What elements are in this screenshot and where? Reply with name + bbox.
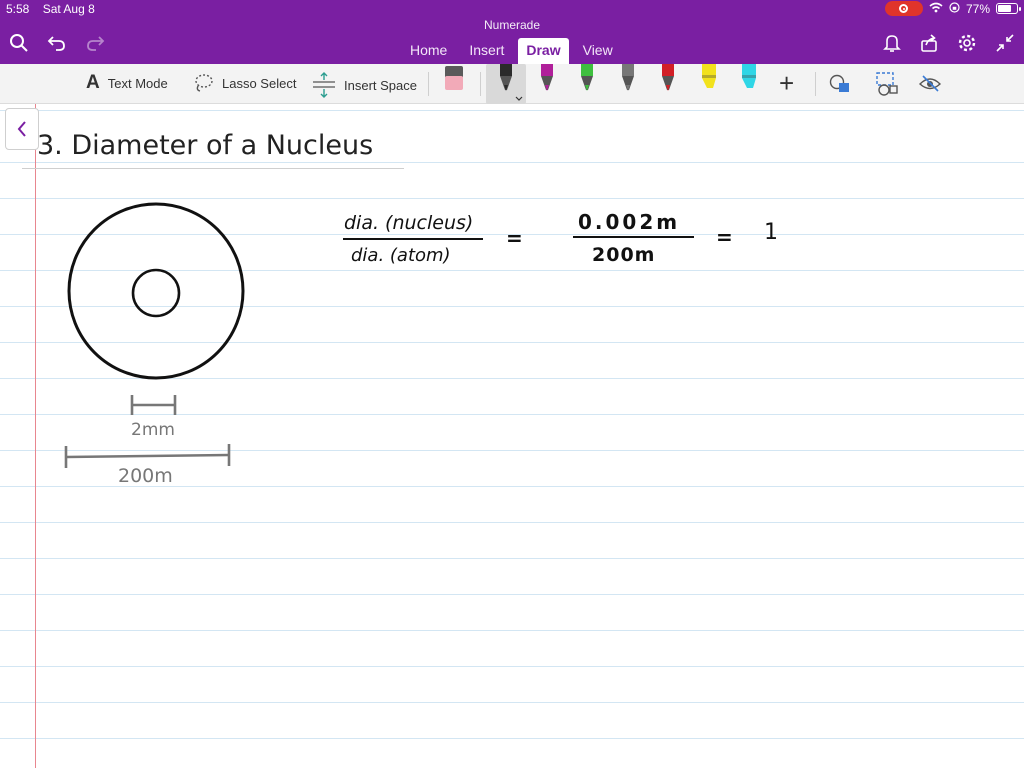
lock-rotation-icon (949, 1, 960, 16)
toolbar-divider (428, 72, 429, 96)
text-mode-icon: A (86, 72, 100, 93)
eye-pen-icon (918, 75, 942, 92)
ratio-fraction-bar (343, 238, 483, 240)
pen-green-icon (581, 64, 593, 91)
lasso-icon (192, 72, 214, 94)
highlighter-yellow-tool[interactable] (689, 64, 729, 104)
shapes-icon (829, 74, 849, 92)
eraser-tool[interactable] (434, 64, 474, 104)
status-date: Sat Aug 8 (42, 2, 95, 16)
text-mode-label: Text Mode (107, 75, 168, 91)
page-title[interactable]: 3. Diameter of a Nucleus (37, 130, 373, 161)
ratio-numerator: dia. (nucleus) (344, 212, 474, 234)
app-title: Numerade (483, 18, 541, 32)
nucleus-circle (131, 268, 181, 318)
share-icon[interactable] (918, 32, 940, 54)
eraser-icon (445, 66, 463, 90)
atom-drawing (67, 202, 245, 380)
insert-space-button[interactable]: Insert Space (312, 72, 417, 98)
app-header: 5:58 Sat Aug 8 77% Numerade Home Insert … (0, 0, 1024, 64)
back-button[interactable] (5, 108, 39, 150)
status-time: 5:58 (6, 2, 30, 16)
tab-home[interactable]: Home (402, 38, 455, 64)
add-pen-button[interactable]: + (779, 70, 794, 96)
plus-icon: + (779, 68, 795, 98)
atom-outer-circle (67, 202, 245, 380)
insert-space-icon (312, 72, 336, 98)
insert-space-label: Insert Space (344, 77, 417, 93)
lasso-select-button[interactable]: Lasso Select (192, 72, 296, 94)
notebook-page[interactable]: 3. Diameter of a Nucleus 2mm 200m dia. (… (0, 104, 1024, 768)
battery-percent: 77% (965, 1, 990, 16)
undo-icon[interactable] (46, 32, 68, 54)
value-fraction-bar (573, 236, 694, 238)
equals-sign-2: = (716, 225, 733, 249)
toolbar-divider (480, 72, 481, 96)
tab-view[interactable]: View (575, 38, 621, 64)
result-value: 1 (764, 220, 778, 245)
ratio-denominator: dia. (atom) (351, 245, 451, 266)
pen-magenta-icon (540, 64, 553, 91)
search-icon[interactable] (8, 32, 30, 54)
toolbar-divider (815, 72, 816, 96)
bell-icon[interactable] (881, 32, 903, 54)
settings-gear-icon[interactable] (956, 32, 978, 54)
tab-draw[interactable]: Draw (518, 38, 569, 64)
pen-gray-tool[interactable] (608, 64, 648, 104)
battery-icon (996, 3, 1021, 14)
value-denominator: 200m (592, 244, 656, 266)
nucleus-scale-bar (130, 395, 177, 415)
pen-black-tool[interactable] (486, 64, 526, 104)
chevron-left-icon (17, 121, 26, 137)
status-bar-right: 77% (884, 1, 1021, 16)
equals-sign: = (506, 226, 523, 250)
tab-insert[interactable]: Insert (461, 38, 512, 64)
text-mode-button[interactable]: A Text Mode (86, 72, 168, 94)
pen-magenta-tool[interactable] (527, 64, 567, 104)
chevron-down-icon (515, 96, 523, 101)
nucleus-size-label: 2mm (131, 420, 175, 440)
atom-size-label: 200m (118, 465, 173, 487)
value-numerator: 0.002m (578, 210, 681, 234)
wifi-icon (929, 2, 943, 16)
ink-to-shape-button[interactable] (872, 70, 900, 98)
ribbon-tabs: Home Insert Draw View (402, 38, 627, 64)
highlighter-cyan-tool[interactable] (729, 64, 769, 104)
status-bar-left: 5:58 Sat Aug 8 (6, 2, 105, 16)
lasso-select-label: Lasso Select (222, 75, 297, 91)
ink-to-shape-icon (876, 72, 898, 96)
pen-red-tool[interactable] (648, 64, 688, 104)
draw-toolbar: A Text Mode Lasso Select Insert Space + (0, 64, 1024, 104)
pen-red-icon (662, 64, 674, 91)
highlighter-yellow-icon (701, 64, 716, 88)
margin-line (35, 104, 36, 768)
highlighter-cyan-icon (742, 64, 756, 88)
pen-gray-icon (621, 64, 634, 91)
screen-recording-icon[interactable] (884, 1, 923, 16)
pen-green-tool[interactable] (567, 64, 607, 104)
collapse-icon[interactable] (994, 32, 1016, 54)
title-underline (22, 168, 404, 169)
shapes-button[interactable] (828, 73, 852, 95)
redo-icon[interactable] (84, 32, 106, 54)
pen-black-icon (500, 64, 512, 91)
math-view-button[interactable] (918, 73, 942, 95)
